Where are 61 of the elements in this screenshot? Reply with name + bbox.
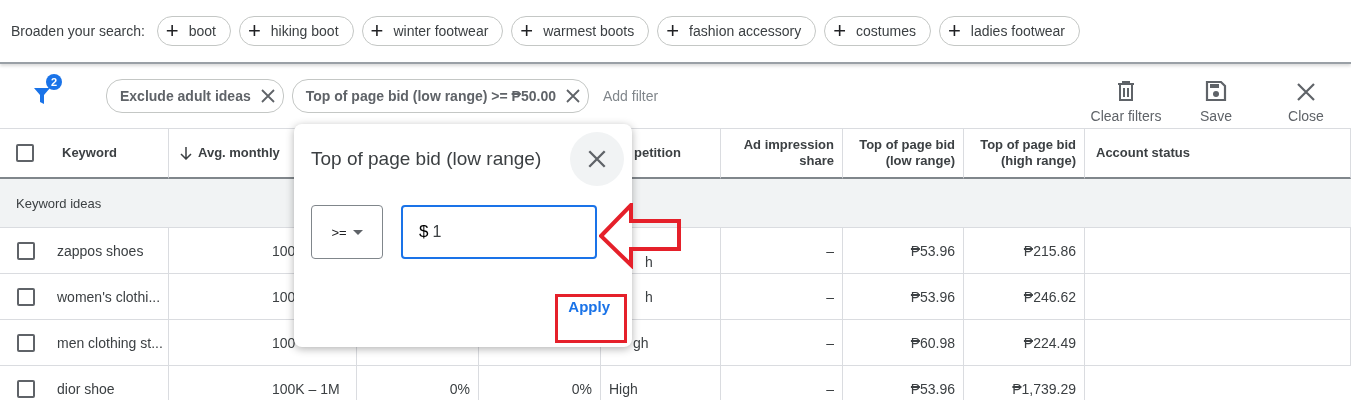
highlight-box	[555, 294, 627, 343]
suggestion-chip[interactable]: + warmest boots	[511, 16, 650, 46]
table-cell: –	[721, 228, 843, 274]
keyword-text: women's clothi...	[57, 288, 161, 305]
pointer-arrow-icon	[599, 203, 681, 269]
table-cell: –	[721, 320, 843, 366]
row-checkbox[interactable]	[17, 241, 35, 260]
filter-icon[interactable]	[33, 86, 51, 106]
close-button[interactable]: Close	[1261, 82, 1351, 124]
table-cell: High	[601, 366, 721, 400]
close-icon	[565, 89, 580, 103]
trash-icon	[1116, 80, 1136, 102]
table-cell: 0%	[479, 366, 601, 400]
table-cell: ₱53.96	[843, 274, 964, 320]
broaden-label: Broaden your search:	[11, 23, 145, 39]
table-cell: 100K – 1M	[169, 366, 357, 400]
table-cell: ₱53.96	[843, 366, 964, 400]
row-checkbox[interactable]	[17, 287, 35, 306]
column-header: Ad impression share	[742, 136, 834, 170]
remove-filter-button[interactable]	[260, 89, 275, 103]
close-icon	[588, 150, 606, 168]
column-header: petition	[634, 144, 681, 162]
close-icon	[1296, 82, 1316, 102]
column-header: Keyword	[62, 144, 117, 162]
keyword-text: zappos shoes	[57, 242, 144, 259]
bid-input-field[interactable]: $ 1	[401, 205, 597, 259]
suggestion-chip[interactable]: + hiking boot	[238, 16, 354, 46]
save-button[interactable]: Save	[1171, 80, 1261, 124]
table-cell: –	[721, 274, 843, 320]
table-cell: –	[721, 366, 843, 400]
row-checkbox[interactable]	[17, 333, 35, 352]
row-checkbox[interactable]	[17, 379, 35, 398]
filter-label: Exclude adult ideas	[120, 88, 251, 104]
operator-dropdown[interactable]: >=	[311, 205, 383, 259]
suggestion-chip[interactable]: + boot	[156, 16, 231, 46]
keyword-text: dior shoe	[57, 380, 115, 397]
keyword-text: men clothing st...	[57, 334, 163, 351]
close-icon	[260, 89, 275, 103]
remove-filter-button[interactable]	[565, 89, 580, 103]
column-header: Avg. monthly	[198, 144, 280, 162]
suggestion-chip[interactable]: + winter footwear	[361, 16, 504, 46]
sort-down-arrow-icon[interactable]	[180, 146, 192, 160]
table-cell: ₱60.98	[843, 320, 964, 366]
suggestion-chip[interactable]: + fashion accessory	[657, 16, 817, 46]
filter-count-badge: 2	[46, 74, 62, 90]
select-all-checkbox[interactable]	[16, 144, 34, 162]
suggestion-chip[interactable]: + costumes	[824, 16, 931, 46]
add-filter-button[interactable]: Add filter	[596, 88, 665, 104]
table-cell: ₱215.86	[964, 228, 1085, 274]
table-cell: ₱246.62	[964, 274, 1085, 320]
column-header: Top of page bid (low range)	[858, 136, 955, 170]
clear-filters-button[interactable]: Clear filters	[1081, 80, 1171, 124]
column-header: Account status	[1096, 144, 1190, 162]
table-cell: 0%	[357, 366, 479, 400]
table-cell: ₱224.49	[964, 320, 1085, 366]
column-header: Top of page bid (high range)	[979, 136, 1076, 170]
filter-label: Top of page bid (low range) >= ₱50.00	[305, 88, 556, 104]
table-cell: ₱53.96	[843, 228, 964, 274]
popup-title: Top of page bid (low range)	[311, 148, 542, 170]
suggestion-chip[interactable]: + ladies footwear	[938, 16, 1080, 46]
table-cell: ₱1,739.29	[964, 366, 1085, 400]
